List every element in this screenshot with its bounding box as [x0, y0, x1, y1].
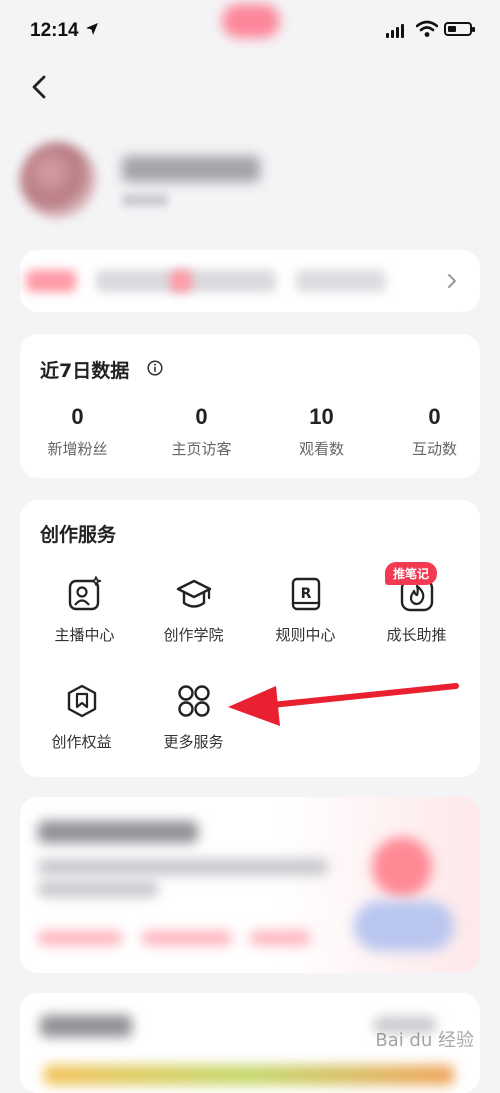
- chevron-right-icon: [448, 274, 456, 288]
- promo-tag-blurred: [26, 270, 76, 292]
- stat-label: 主页访客: [171, 440, 232, 458]
- blurred-illustration-red: [372, 837, 432, 897]
- stats-title: 近7日数据: [40, 360, 130, 382]
- grid-circles-icon: [177, 685, 210, 717]
- stat-value: 0: [428, 404, 441, 429]
- stats-card: 近7日数据 0 新增粉丝 0 主页访客 10 观看数 0 互动数: [20, 334, 480, 478]
- svg-text:R: R: [300, 586, 311, 602]
- service-growth-boost[interactable]: 成长助推: [359, 576, 474, 645]
- stat-value: 10: [309, 404, 334, 429]
- service-label: 创作学院: [163, 626, 224, 644]
- stat-value: 0: [195, 404, 208, 429]
- stat-label: 新增粉丝: [47, 440, 108, 458]
- baidu-jingyan-watermark: Bai du 经验: [375, 1030, 474, 1051]
- stat-label: 观看数: [298, 440, 344, 458]
- blurred-title: [38, 821, 198, 843]
- promo-banner[interactable]: [20, 250, 480, 312]
- blurred-link-2: [142, 931, 232, 945]
- service-rules-center[interactable]: R 规则中心: [248, 576, 363, 645]
- service-label: 主播中心: [54, 626, 115, 644]
- blurred-section-image: [44, 1065, 454, 1085]
- shield-bookmark-icon: [67, 684, 96, 718]
- chevron-left-icon: [32, 75, 46, 99]
- anchor-center-icon: [68, 576, 101, 611]
- status-time: 12:14: [30, 20, 79, 41]
- service-anchor-center[interactable]: 主播中心: [27, 576, 142, 645]
- service-label: 创作权益: [51, 733, 112, 751]
- blurred-section-title: [40, 1015, 132, 1037]
- rule-book-icon: R: [291, 577, 320, 611]
- blurred-promo-card[interactable]: [20, 797, 480, 973]
- services-title: 创作服务: [40, 524, 117, 546]
- stat-new-fans[interactable]: 0 新增粉丝: [20, 404, 135, 459]
- stat-homepage-visitors[interactable]: 0 主页访客: [144, 404, 259, 459]
- blurred-illustration-blue: [354, 901, 454, 951]
- promo-text-blurred-2: [296, 270, 386, 292]
- stat-value: 0: [71, 404, 84, 429]
- stat-label: 互动数: [411, 440, 457, 458]
- service-label: 更多服务: [163, 733, 224, 751]
- info-icon[interactable]: [147, 360, 163, 376]
- blurred-desc: [38, 859, 328, 875]
- status-bar: 12:14: [0, 0, 500, 60]
- back-button[interactable]: [26, 72, 56, 102]
- service-label: 成长助推: [386, 626, 447, 644]
- stat-views[interactable]: 10 观看数: [264, 404, 379, 459]
- promo-highlight-blurred: [170, 270, 192, 292]
- promote-note-badge: 推笔记: [385, 562, 438, 585]
- blurred-link-1: [38, 931, 122, 945]
- service-more-services[interactable]: 更多服务: [136, 683, 251, 752]
- blurred-link-3: [250, 931, 310, 945]
- battery-icon: [444, 22, 475, 36]
- recording-indicator: [222, 4, 280, 38]
- service-creator-academy[interactable]: 创作学院: [136, 576, 251, 645]
- creator-services-card: 创作服务 主播中心 创作学院 R 规则中心 成长助推 创作权益 更多服务: [20, 500, 480, 777]
- service-creator-rights[interactable]: 创作权益: [24, 683, 139, 752]
- profile-subtitle-blurred: [122, 194, 168, 206]
- profile-name-blurred: [122, 156, 260, 182]
- avatar[interactable]: [20, 142, 96, 218]
- wifi-icon: [415, 20, 439, 42]
- service-label: 规则中心: [275, 626, 336, 644]
- graduation-cap-icon: [176, 579, 211, 608]
- stat-interactions[interactable]: 0 互动数: [377, 404, 492, 459]
- location-arrow-icon: [85, 22, 99, 40]
- profile-header[interactable]: [0, 130, 500, 230]
- cellular-signal-icon: [386, 24, 404, 38]
- blurred-desc-2: [38, 881, 158, 897]
